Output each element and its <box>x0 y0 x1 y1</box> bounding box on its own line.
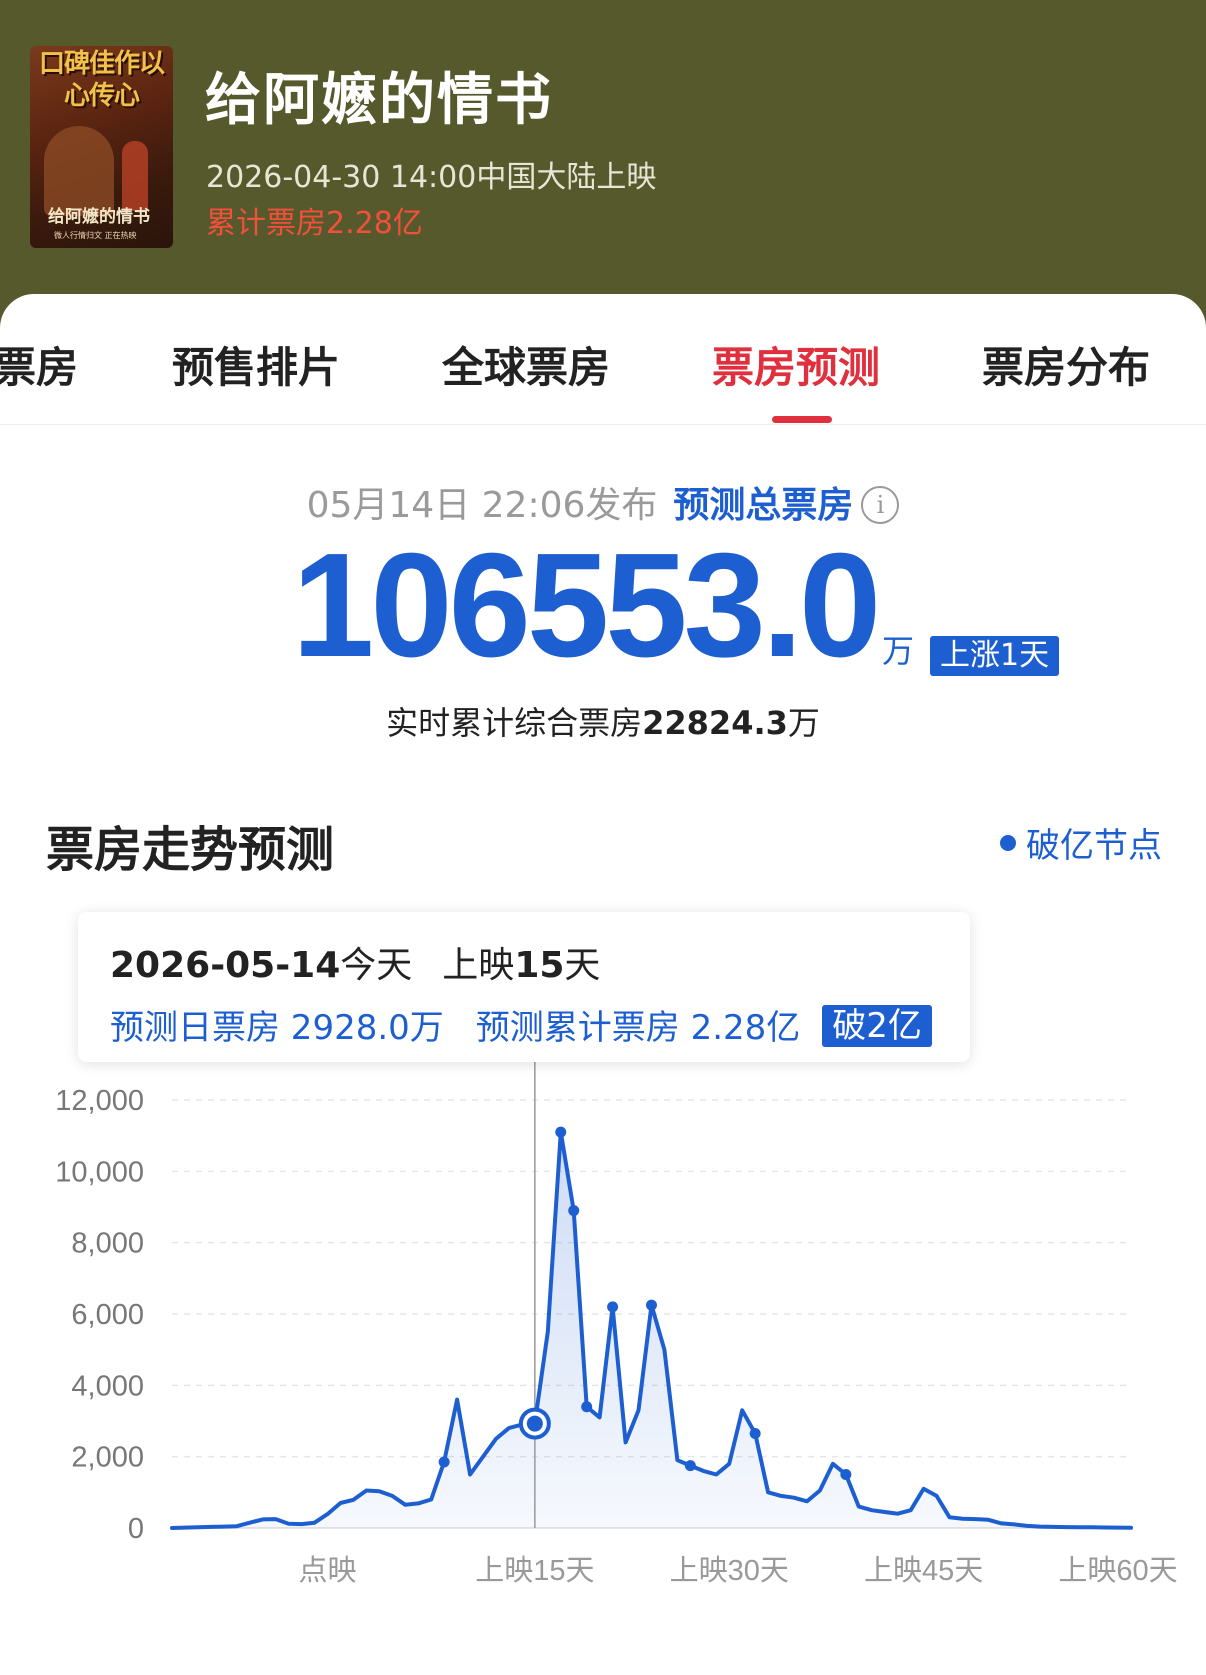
x-tick-label: 上映45天 <box>864 1554 983 1587</box>
tooltip-date: 2026-05-14 <box>110 945 341 986</box>
y-tick-label: 8,000 <box>71 1228 144 1260</box>
y-tick-label: 6,000 <box>71 1299 144 1331</box>
y-tick-label: 0 <box>128 1513 144 1545</box>
data-point-marker <box>840 1469 852 1480</box>
tooltip-milestone-badge: 破2亿 <box>822 1005 932 1047</box>
data-point-marker <box>555 1126 567 1138</box>
tooltip-cumulative-forecast: 预测累计票房 2.28亿 <box>475 1008 801 1048</box>
series-area <box>172 1132 1131 1528</box>
data-point-marker <box>645 1299 657 1311</box>
y-tick-label: 2,000 <box>71 1442 144 1474</box>
box-office-trend-chart[interactable]: 0 2,000 4,000 6,000 8,000 10,000 12,000 点映 上映15天… <box>0 0 1206 1675</box>
x-tick-label: 点映 <box>298 1554 356 1587</box>
tooltip-values-row: 预测日票房 2928.0万 预测累计票房 2.28亿 破2亿 <box>110 1000 932 1049</box>
data-point-marker <box>684 1460 696 1472</box>
y-tick-label: 4,000 <box>71 1370 144 1402</box>
tooltip-day-suffix: 天 <box>564 945 601 986</box>
tooltip-day-number: 15 <box>514 945 565 986</box>
tooltip-date-row: 2026-05-14今天 上映15天 <box>110 936 600 988</box>
data-point-marker <box>607 1301 619 1313</box>
x-tick-label: 上映30天 <box>670 1554 789 1587</box>
today-point-marker <box>526 1415 543 1432</box>
data-point-marker <box>438 1456 450 1468</box>
y-tick-label: 12,000 <box>55 1085 144 1117</box>
tooltip-daily-forecast: 预测日票房 2928.0万 <box>110 1008 444 1048</box>
data-point-marker <box>568 1205 580 1217</box>
y-tick-label: 10,000 <box>55 1156 144 1188</box>
chart-tooltip: 2026-05-14今天 上映15天 预测日票房 2928.0万 预测累计票房 2.… <box>78 912 970 1062</box>
tooltip-today: 今天 <box>340 945 413 986</box>
data-point-marker <box>581 1401 593 1413</box>
x-tick-label: 上映15天 <box>475 1554 594 1587</box>
tooltip-day-prefix: 上映 <box>442 945 515 986</box>
x-tick-label: 上映60天 <box>1058 1554 1177 1587</box>
data-point-marker <box>749 1427 761 1439</box>
